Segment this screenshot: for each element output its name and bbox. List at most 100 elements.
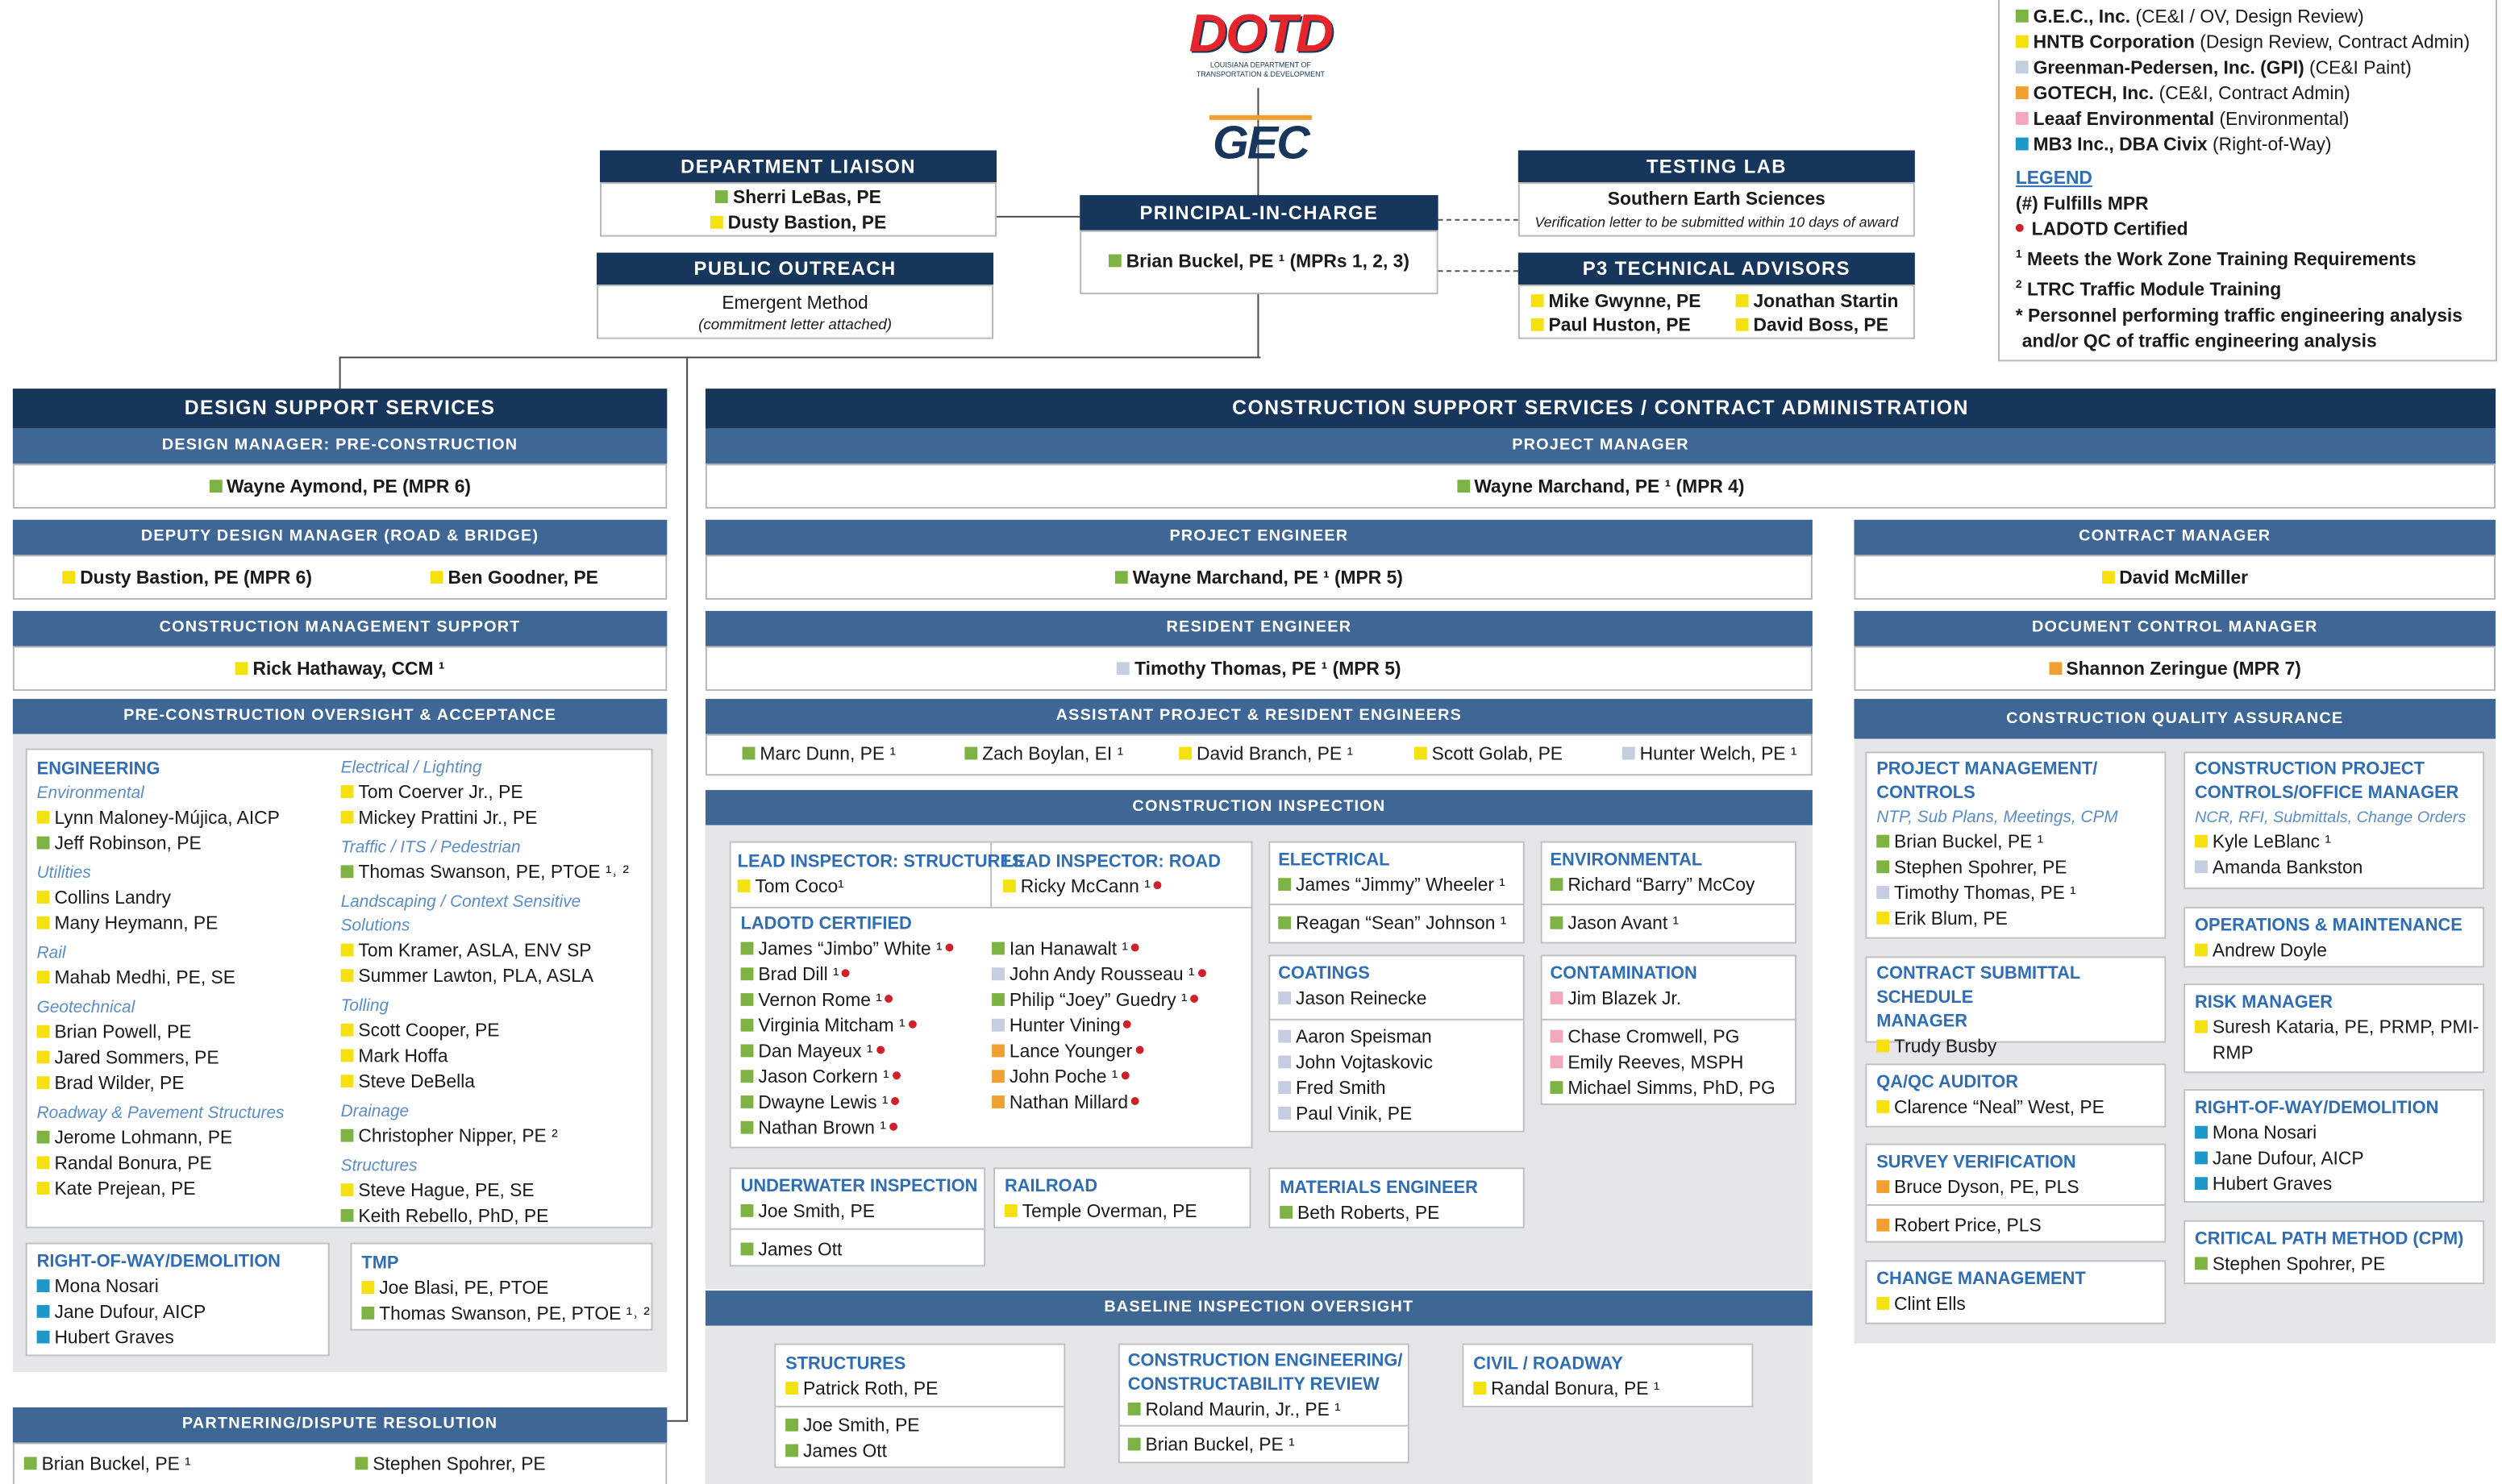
- person-entry: Hunter Vining: [992, 1014, 1205, 1040]
- firm-color-marker: [1278, 1029, 1292, 1043]
- text-label: John Andy Rousseau ¹: [1009, 966, 1195, 986]
- firm-color-marker: [340, 785, 354, 799]
- person-entry: Steve Hague, PE, SE: [340, 1178, 652, 1204]
- person-entry: David McMiller: [1855, 566, 2494, 592]
- firm-color-marker: [1278, 916, 1292, 929]
- text-label: David McMiller: [2119, 569, 2249, 589]
- person-entry: Vernon Rome ¹: [740, 988, 954, 1014]
- text-label: Wayne Aymond, PE (MPR 6): [227, 478, 472, 498]
- text-label: Mona Nosari: [2212, 1124, 2317, 1144]
- firm-color-marker: [36, 916, 50, 929]
- card-content: CHANGE MANAGEMENT Clint Ells: [1876, 1268, 2086, 1318]
- person-entry: Jonathan Startin: [1735, 289, 1898, 315]
- person-entry: Sherri LeBas, PE: [602, 185, 995, 211]
- text-label: Virginia Mitcham ¹: [758, 1016, 905, 1037]
- card-content: CIVIL / ROADWAY Randal Bonura, PE ¹: [1473, 1353, 1659, 1403]
- card-content: PROJECT MANAGEMENT/ CONTROLS NTP, Sub Pl…: [1876, 758, 2118, 933]
- certified-dot-icon: [1190, 995, 1199, 1003]
- person-entry: Mona Nosari: [36, 1274, 281, 1300]
- text-label: Brian Buckel, PE ¹: [41, 1455, 191, 1475]
- person-entry: Jared Sommers, PE: [36, 1046, 285, 1072]
- section-title: STRUCTURES: [785, 1354, 906, 1374]
- text-label: Timothy Thomas, PE ¹ (MPR 5): [1134, 660, 1401, 680]
- firm-color-marker: [1108, 254, 1122, 268]
- firm-color-marker: [992, 967, 1005, 981]
- discipline-label: Drainage: [340, 1101, 410, 1121]
- text-label: Temple Overman, PE: [1022, 1202, 1197, 1222]
- text-label: James Ott: [758, 1241, 843, 1261]
- person-entry: Patrick Roth, PE: [785, 1377, 938, 1403]
- firm-color-marker: [361, 1306, 375, 1320]
- text-label: Thomas Swanson, PE, PTOE ¹˒ ²: [358, 863, 630, 883]
- org-name: Southern Earth Sciences: [1607, 190, 1826, 210]
- person-entry: Stephen Spohrer, PE: [2195, 1252, 2463, 1278]
- certified-dot-icon: [1130, 1097, 1139, 1105]
- person-entry: Suresh Kataria, PE, PRMP, PMI-: [2195, 1016, 2479, 1041]
- baseline-inspection-header: BASELINE INSPECTION OVERSIGHT: [705, 1291, 1813, 1326]
- section-title: ELECTRICAL: [1278, 850, 1390, 871]
- person-entry: Tom Coco¹: [737, 875, 1024, 900]
- card-content: CONTAMINATION Jim Blazek Jr. Chase Cromw…: [1550, 962, 1776, 1102]
- p3-technical-advisors-header: P3 TECHNICAL ADVISORS: [1517, 252, 1915, 285]
- firm-color-marker: [1278, 1055, 1292, 1069]
- text-label: Zach Boylan, EI ¹: [982, 745, 1124, 765]
- card-content: MATERIALS ENGINEER Beth Roberts, PE: [1280, 1177, 1478, 1227]
- text-label: GOTECH, Inc.: [2033, 85, 2154, 104]
- discipline-label: Roadway & Pavement Structures: [36, 1103, 285, 1123]
- firm-color-marker: [740, 1070, 754, 1083]
- person-entry: John Vojtaskovic: [1278, 1050, 1433, 1076]
- person-entry: Brian Buckel, PE ¹ (MPRs 1, 2, 3): [1081, 250, 1436, 276]
- text-label: Andrew Doyle: [2212, 942, 2327, 962]
- firm-color-marker: [36, 810, 50, 824]
- person-entry: Many Heymann, PE: [36, 912, 285, 937]
- text-label: Chase Cromwell, PG: [1567, 1028, 1740, 1048]
- testing-lab-box: Southern Earth Sciences Verification let…: [1517, 182, 1915, 237]
- section-title: CIVIL / ROADWAY: [1473, 1354, 1623, 1374]
- divider: [731, 906, 1251, 908]
- firm-color-marker: [992, 1044, 1005, 1058]
- person-entry: Wayne Marchand, PE ¹ (MPR 5): [707, 566, 1811, 592]
- text-label: Dan Mayeux ¹: [758, 1042, 873, 1062]
- person-entry: Erik Blum, PE: [1876, 907, 2117, 933]
- person-entry: Fred Smith: [1278, 1076, 1433, 1102]
- principal-in-charge-header: PRINCIPAL-IN-CHARGE: [1080, 195, 1438, 231]
- text-label: James Ott: [802, 1442, 887, 1462]
- card-content: RISK MANAGER Suresh Kataria, PE, PRMP, P…: [2195, 991, 2479, 1066]
- text-label: Brian Buckel, PE ¹ (MPRs 1, 2, 3): [1126, 252, 1409, 272]
- person-entry: Zach Boylan, EI ¹: [964, 742, 1123, 768]
- firm-color-marker: [340, 865, 354, 879]
- text-label: Wayne Marchand, PE ¹ (MPR 5): [1132, 569, 1403, 589]
- card-content: TMP Joe Blasi, PE, PTOE Thomas Swanson, …: [361, 1252, 650, 1327]
- firm-color-marker: [1550, 1081, 1563, 1095]
- person-entry: Virginia Mitcham ¹: [740, 1014, 954, 1040]
- testing-lab-header: TESTING LAB: [1517, 150, 1915, 183]
- text-label: Aaron Speisman: [1296, 1028, 1432, 1048]
- firm-color-marker: [340, 969, 354, 983]
- person-entry: Clint Ells: [1876, 1292, 2085, 1318]
- text-label: Jason Corkern ¹: [758, 1068, 889, 1088]
- firm-color-marker: [964, 746, 978, 760]
- certified-dot-icon: [2015, 223, 2024, 232]
- card-content: CRITICAL PATH METHOD (CPM) Stephen Spohr…: [2195, 1228, 2463, 1278]
- text-label: Ben Goodner, PE: [448, 569, 598, 589]
- text-label: Jane Dufour, AICP: [2212, 1149, 2364, 1170]
- text-label: Suresh Kataria, PE, PRMP, PMI-: [2212, 1018, 2479, 1038]
- firm-color-marker: [36, 1182, 50, 1195]
- design-support-header: DESIGN SUPPORT SERVICES: [12, 389, 668, 429]
- section-title: CHANGE MANAGEMENT: [1876, 1270, 2086, 1290]
- discipline-label: NTP, Sub Plans, Meetings, CPM: [1876, 807, 2118, 827]
- text-label: Marc Dunn, PE ¹: [760, 745, 897, 765]
- text-label: Tom Coco¹: [755, 878, 844, 898]
- firm-color-marker: [1004, 1203, 1018, 1217]
- text-label: (CE&I, Contract Admin): [2159, 85, 2350, 104]
- text-label: Jerome Lohmann, PE: [54, 1129, 233, 1149]
- firm-color-marker: [1876, 1180, 1890, 1194]
- assistant-engineers-header: ASSISTANT PROJECT & RESIDENT ENGINEERS: [705, 699, 1813, 734]
- dotd-logo: DOTD LOUISIANA DEPARTMENT OF TRANSPORTAT…: [1189, 2, 1334, 79]
- person-entry: Temple Overman, PE: [1004, 1199, 1197, 1225]
- construction-management-support-header: CONSTRUCTION MANAGEMENT SUPPORT: [12, 610, 668, 646]
- firm-color-marker: [23, 1457, 37, 1470]
- section-title: CONTRACT SUBMITTAL SCHEDULE: [1876, 964, 2080, 1008]
- card-content: STRUCTURES Patrick Roth, PE Joe Smith, P…: [785, 1353, 938, 1465]
- firm-color-marker: [1127, 1402, 1141, 1415]
